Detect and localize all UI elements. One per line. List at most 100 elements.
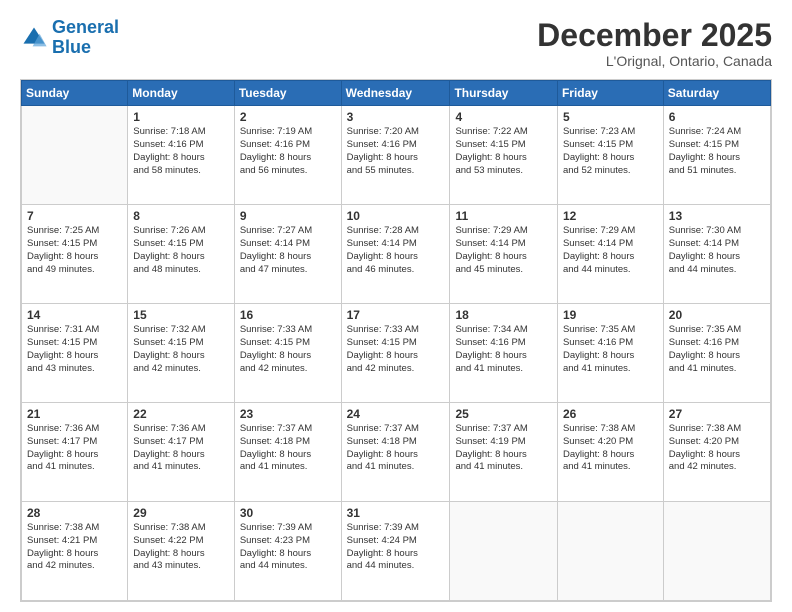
logo-icon (20, 24, 48, 52)
cell-w3-d7: 20Sunrise: 7:35 AM Sunset: 4:16 PM Dayli… (663, 304, 770, 403)
calendar-body: 1Sunrise: 7:18 AM Sunset: 4:16 PM Daylig… (22, 106, 771, 601)
day-number: 24 (347, 407, 445, 421)
cell-w3-d1: 14 Sunrise: 7:31 AM Sunset: 4:15 PM Dayli… (22, 304, 128, 403)
week-row-1: 1Sunrise: 7:18 AM Sunset: 4:16 PM Daylig… (22, 106, 771, 205)
week-row-3: 14 Sunrise: 7:31 AM Sunset: 4:15 PM Dayli… (22, 304, 771, 403)
day-info: Sunrise: 7:28 AM Sunset: 4:14 PM Dayligh… (347, 225, 445, 276)
day-number: 4 (455, 110, 551, 124)
day-info: Sunrise: 7:18 AM Sunset: 4:16 PM Dayligh… (133, 126, 229, 177)
calendar-header: Sunday Monday Tuesday Wednesday Thursday… (22, 81, 771, 106)
day-info: Sunrise: 7:39 AM Sunset: 4:23 PM Dayligh… (240, 522, 336, 573)
cell-w4-d4: 24 Sunrise: 7:37 AM Sunset: 4:18 PM Dayli… (341, 403, 450, 502)
cell-w1-d4: 3 Sunrise: 7:20 AM Sunset: 4:16 PM Daylig… (341, 106, 450, 205)
day-number: 14 (27, 308, 122, 322)
day-info: Sunrise: 7:29 AM Sunset: 4:14 PM Dayligh… (563, 225, 658, 276)
day-number: 5 (563, 110, 658, 124)
day-number: 21 (27, 407, 122, 421)
day-number: 2 (240, 110, 336, 124)
day-info: Sunrise: 7:29 AM Sunset: 4:14 PM Dayligh… (455, 225, 551, 276)
calendar-table: Sunday Monday Tuesday Wednesday Thursday… (21, 80, 771, 601)
day-number: 19 (563, 308, 658, 322)
day-info: Sunrise: 7:39 AM Sunset: 4:24 PM Dayligh… (347, 522, 445, 573)
cell-w3-d4: 17 Sunrise: 7:33 AM Sunset: 4:15 PM Dayli… (341, 304, 450, 403)
day-info: Sunrise: 7:35 AM Sunset: 4:16 PM Dayligh… (669, 324, 765, 375)
cell-w2-d3: 9Sunrise: 7:27 AM Sunset: 4:14 PM Daylig… (234, 205, 341, 304)
cell-w5-d7 (663, 502, 770, 601)
cell-w5-d4: 31 Sunrise: 7:39 AM Sunset: 4:24 PM Dayli… (341, 502, 450, 601)
cell-w4-d7: 27 Sunrise: 7:38 AM Sunset: 4:20 PM Dayli… (663, 403, 770, 502)
cell-w2-d7: 13 Sunrise: 7:30 AM Sunset: 4:14 PM Dayli… (663, 205, 770, 304)
day-number: 27 (669, 407, 765, 421)
day-number: 29 (133, 506, 229, 520)
header-monday: Monday (128, 81, 235, 106)
cell-w5-d2: 29 Sunrise: 7:38 AM Sunset: 4:22 PM Dayli… (128, 502, 235, 601)
subtitle: L'Orignal, Ontario, Canada (537, 53, 772, 69)
main-title: December 2025 (537, 18, 772, 53)
header-wednesday: Wednesday (341, 81, 450, 106)
day-info: Sunrise: 7:34 AM Sunset: 4:16 PM Dayligh… (455, 324, 551, 375)
cell-w5-d6 (557, 502, 663, 601)
day-info: Sunrise: 7:26 AM Sunset: 4:15 PM Dayligh… (133, 225, 229, 276)
day-info: Sunrise: 7:38 AM Sunset: 4:22 PM Dayligh… (133, 522, 229, 573)
day-info: Sunrise: 7:38 AM Sunset: 4:20 PM Dayligh… (563, 423, 658, 474)
cell-w3-d2: 15Sunrise: 7:32 AM Sunset: 4:15 PM Dayli… (128, 304, 235, 403)
day-info: Sunrise: 7:30 AM Sunset: 4:14 PM Dayligh… (669, 225, 765, 276)
cell-w5-d3: 30Sunrise: 7:39 AM Sunset: 4:23 PM Dayli… (234, 502, 341, 601)
cell-w2-d1: 7Sunrise: 7:25 AM Sunset: 4:15 PM Daylig… (22, 205, 128, 304)
cell-w3-d3: 16 Sunrise: 7:33 AM Sunset: 4:15 PM Dayli… (234, 304, 341, 403)
cell-w5-d5 (450, 502, 557, 601)
week-row-5: 28 Sunrise: 7:38 AM Sunset: 4:21 PM Dayli… (22, 502, 771, 601)
day-number: 12 (563, 209, 658, 223)
cell-w4-d5: 25 Sunrise: 7:37 AM Sunset: 4:19 PM Dayli… (450, 403, 557, 502)
day-info: Sunrise: 7:33 AM Sunset: 4:15 PM Dayligh… (240, 324, 336, 375)
day-info: Sunrise: 7:38 AM Sunset: 4:21 PM Dayligh… (27, 522, 122, 573)
header: General Blue December 2025 L'Orignal, On… (20, 18, 772, 69)
header-thursday: Thursday (450, 81, 557, 106)
header-row: Sunday Monday Tuesday Wednesday Thursday… (22, 81, 771, 106)
day-info: Sunrise: 7:23 AM Sunset: 4:15 PM Dayligh… (563, 126, 658, 177)
day-number: 17 (347, 308, 445, 322)
day-number: 9 (240, 209, 336, 223)
day-info: Sunrise: 7:36 AM Sunset: 4:17 PM Dayligh… (27, 423, 122, 474)
cell-w2-d4: 10 Sunrise: 7:28 AM Sunset: 4:14 PM Dayli… (341, 205, 450, 304)
cell-w1-d2: 1Sunrise: 7:18 AM Sunset: 4:16 PM Daylig… (128, 106, 235, 205)
day-number: 6 (669, 110, 765, 124)
day-number: 28 (27, 506, 122, 520)
day-number: 18 (455, 308, 551, 322)
day-info: Sunrise: 7:37 AM Sunset: 4:19 PM Dayligh… (455, 423, 551, 474)
day-info: Sunrise: 7:37 AM Sunset: 4:18 PM Dayligh… (240, 423, 336, 474)
day-info: Sunrise: 7:37 AM Sunset: 4:18 PM Dayligh… (347, 423, 445, 474)
calendar: Sunday Monday Tuesday Wednesday Thursday… (20, 79, 772, 602)
day-number: 7 (27, 209, 122, 223)
cell-w1-d1 (22, 106, 128, 205)
logo-line2: Blue (52, 37, 91, 57)
day-number: 10 (347, 209, 445, 223)
day-info: Sunrise: 7:38 AM Sunset: 4:20 PM Dayligh… (669, 423, 765, 474)
cell-w4-d1: 21 Sunrise: 7:36 AM Sunset: 4:17 PM Dayli… (22, 403, 128, 502)
page: General Blue December 2025 L'Orignal, On… (0, 0, 792, 612)
cell-w4-d6: 26Sunrise: 7:38 AM Sunset: 4:20 PM Dayli… (557, 403, 663, 502)
day-info: Sunrise: 7:24 AM Sunset: 4:15 PM Dayligh… (669, 126, 765, 177)
day-number: 25 (455, 407, 551, 421)
header-friday: Friday (557, 81, 663, 106)
day-info: Sunrise: 7:20 AM Sunset: 4:16 PM Dayligh… (347, 126, 445, 177)
cell-w2-d5: 11 Sunrise: 7:29 AM Sunset: 4:14 PM Dayli… (450, 205, 557, 304)
cell-w1-d3: 2Sunrise: 7:19 AM Sunset: 4:16 PM Daylig… (234, 106, 341, 205)
day-number: 3 (347, 110, 445, 124)
day-number: 22 (133, 407, 229, 421)
header-tuesday: Tuesday (234, 81, 341, 106)
day-info: Sunrise: 7:31 AM Sunset: 4:15 PM Dayligh… (27, 324, 122, 375)
day-number: 23 (240, 407, 336, 421)
day-number: 13 (669, 209, 765, 223)
week-row-4: 21 Sunrise: 7:36 AM Sunset: 4:17 PM Dayli… (22, 403, 771, 502)
header-saturday: Saturday (663, 81, 770, 106)
day-number: 11 (455, 209, 551, 223)
cell-w4-d3: 23 Sunrise: 7:37 AM Sunset: 4:18 PM Dayli… (234, 403, 341, 502)
day-info: Sunrise: 7:35 AM Sunset: 4:16 PM Dayligh… (563, 324, 658, 375)
day-number: 31 (347, 506, 445, 520)
title-block: December 2025 L'Orignal, Ontario, Canada (537, 18, 772, 69)
day-info: Sunrise: 7:33 AM Sunset: 4:15 PM Dayligh… (347, 324, 445, 375)
day-number: 16 (240, 308, 336, 322)
cell-w4-d2: 22Sunrise: 7:36 AM Sunset: 4:17 PM Dayli… (128, 403, 235, 502)
cell-w1-d6: 5 Sunrise: 7:23 AM Sunset: 4:15 PM Daylig… (557, 106, 663, 205)
